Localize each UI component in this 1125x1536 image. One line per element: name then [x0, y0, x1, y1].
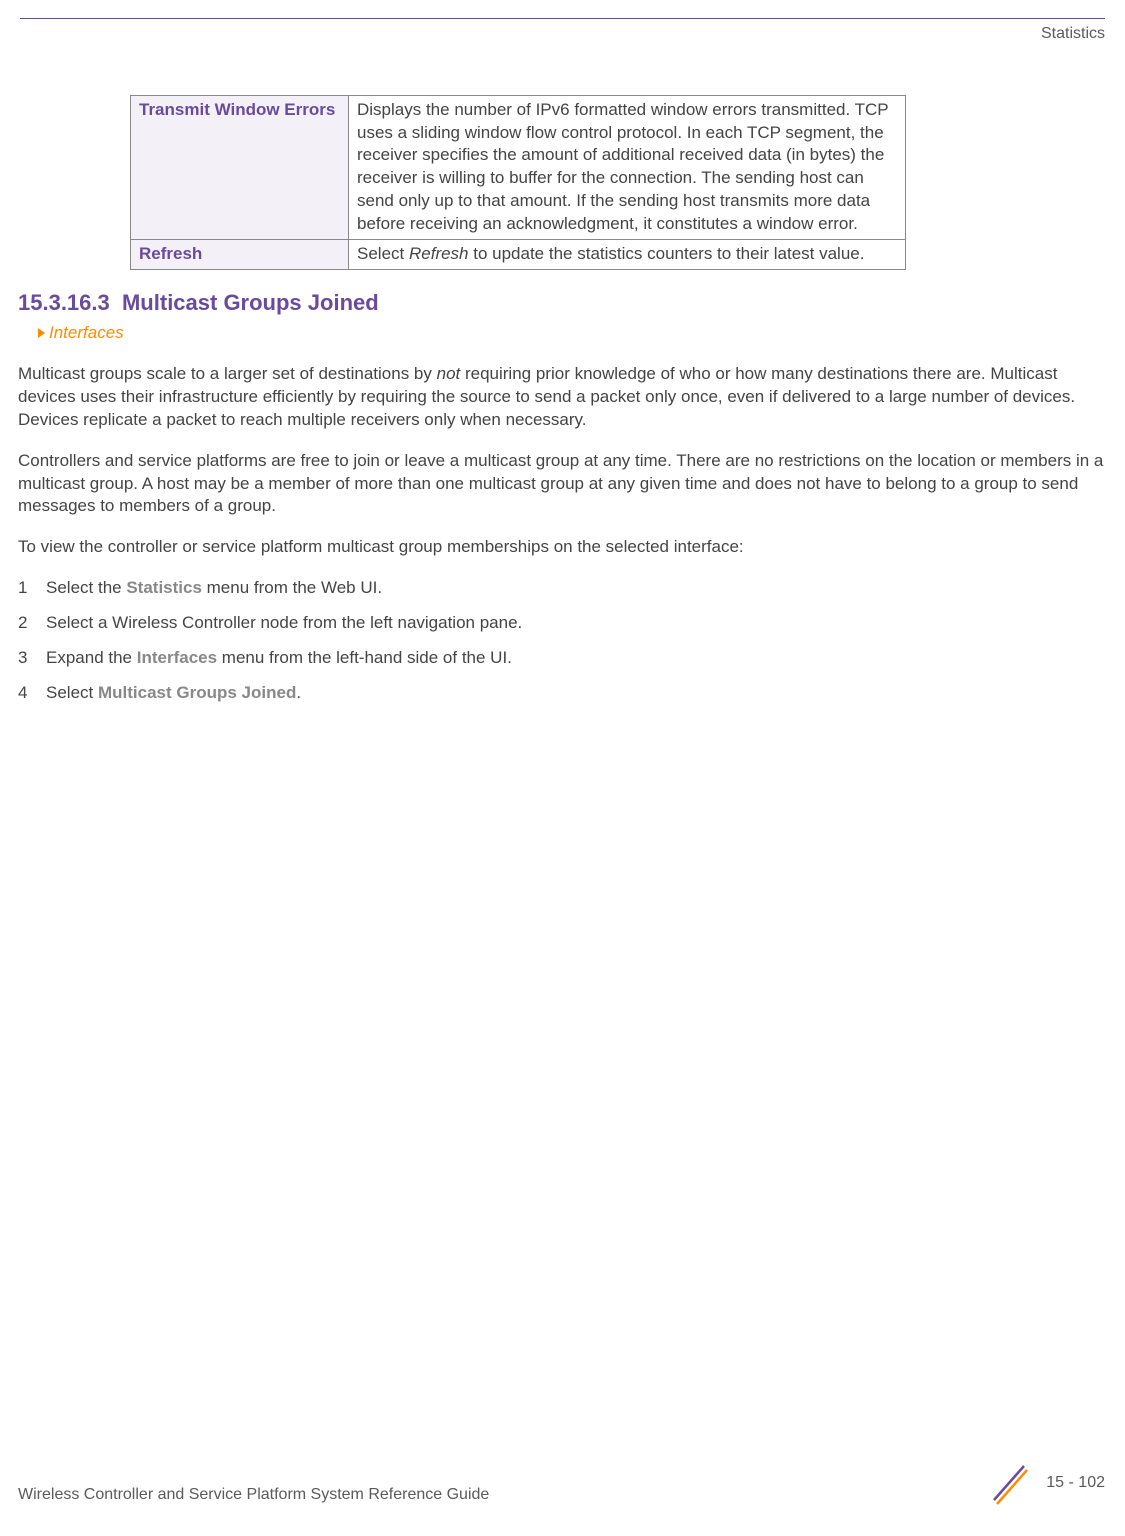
text-bold: Multicast Groups Joined — [98, 683, 296, 702]
text-bold: Interfaces — [137, 648, 217, 667]
footer-page-box: 15 - 102 — [986, 1460, 1105, 1506]
breadcrumb-text: Interfaces — [49, 322, 124, 345]
text: menu from the left-hand side of the UI. — [217, 648, 512, 667]
list-item: Select Multicast Groups Joined. — [18, 682, 1107, 705]
section-number: 15.3.16.3 — [18, 290, 110, 315]
table-row-desc: Displays the number of IPv6 formatted wi… — [349, 95, 906, 240]
text: node from the left navigation pane. — [260, 613, 522, 632]
slash-icon — [986, 1460, 1032, 1506]
text-italic: not — [437, 364, 461, 383]
section-heading: 15.3.16.3 Multicast Groups Joined — [18, 288, 1107, 318]
text: menu from the Web UI. — [202, 578, 382, 597]
text: Select the — [46, 578, 126, 597]
page-footer: Wireless Controller and Service Platform… — [18, 1460, 1105, 1506]
definition-table: Transmit Window Errors Displays the numb… — [130, 95, 906, 271]
breadcrumb: Interfaces — [38, 322, 1107, 345]
page-number: 15 - 102 — [1046, 1472, 1105, 1494]
arrow-right-icon — [38, 328, 45, 338]
table-row-label: Transmit Window Errors — [131, 95, 349, 240]
step-list: Select the Statistics menu from the Web … — [18, 577, 1107, 705]
table-row-label: Refresh — [131, 240, 349, 270]
header-chapter-label: Statistics — [20, 23, 1105, 45]
header-rule — [20, 18, 1105, 19]
text: Select — [357, 244, 409, 263]
page-content: Transmit Window Errors Displays the numb… — [0, 95, 1125, 706]
text-italic: Refresh — [409, 244, 469, 263]
section-title: Multicast Groups Joined — [122, 290, 379, 315]
footer-title: Wireless Controller and Service Platform… — [18, 1484, 489, 1506]
list-item: Expand the Interfaces menu from the left… — [18, 647, 1107, 670]
table-row-desc: Select Refresh to update the statistics … — [349, 240, 906, 270]
text: Select a Wireless Controller — [46, 613, 260, 632]
text: Multicast groups scale to a larger set o… — [18, 364, 437, 383]
text: Expand the — [46, 648, 137, 667]
body-paragraph: To view the controller or service platfo… — [18, 536, 1107, 559]
body-paragraph: Multicast groups scale to a larger set o… — [18, 363, 1107, 432]
list-item: Select a Wireless Controller node from t… — [18, 612, 1107, 635]
text-bold: Statistics — [126, 578, 202, 597]
list-item: Select the Statistics menu from the Web … — [18, 577, 1107, 600]
table-row: Refresh Select Refresh to update the sta… — [131, 240, 906, 270]
text: to update the statistics counters to the… — [469, 244, 865, 263]
body-paragraph: Controllers and service platforms are fr… — [18, 450, 1107, 519]
text: . — [296, 683, 301, 702]
table-row: Transmit Window Errors Displays the numb… — [131, 95, 906, 240]
text: Select — [46, 683, 98, 702]
